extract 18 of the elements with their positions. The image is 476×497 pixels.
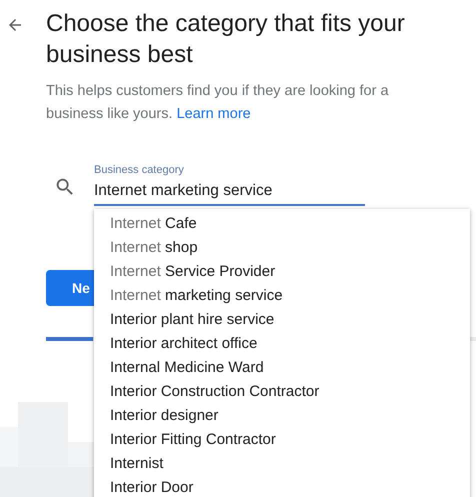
field-label: Business category xyxy=(94,164,185,178)
suggestion-item[interactable]: Internet marketing service xyxy=(94,284,470,308)
business-category-field[interactable]: Internet marketing service xyxy=(94,180,365,206)
suggestion-item[interactable]: Interior architect office xyxy=(94,332,470,356)
suggestion-item[interactable]: Internet Service Provider xyxy=(94,260,470,284)
suggestion-item[interactable]: Interior Door xyxy=(94,476,470,497)
suggestion-item[interactable]: Interior designer xyxy=(94,404,470,428)
suggestion-item[interactable]: Internal Medicine Ward xyxy=(94,356,470,380)
learn-more-link[interactable]: Learn more xyxy=(176,106,251,122)
description-text: This helps customers find you if they are looking for a business like yours. Learn more xyxy=(46,82,390,124)
suggestion-item[interactable]: Interior plant hire service xyxy=(94,308,470,332)
suggestion-item[interactable]: Internist xyxy=(94,452,470,476)
page-title: Choose the category that fits your business best xyxy=(46,9,406,70)
suggestion-item[interactable]: Interior Construction Contractor xyxy=(94,380,470,404)
suggestion-item[interactable]: Internet shop xyxy=(94,236,470,260)
suggestion-item[interactable]: Internet Cafe xyxy=(94,212,470,236)
next-button[interactable]: Ne xyxy=(46,270,94,306)
suggestion-item[interactable]: Interior Fitting Contractor xyxy=(94,428,470,452)
